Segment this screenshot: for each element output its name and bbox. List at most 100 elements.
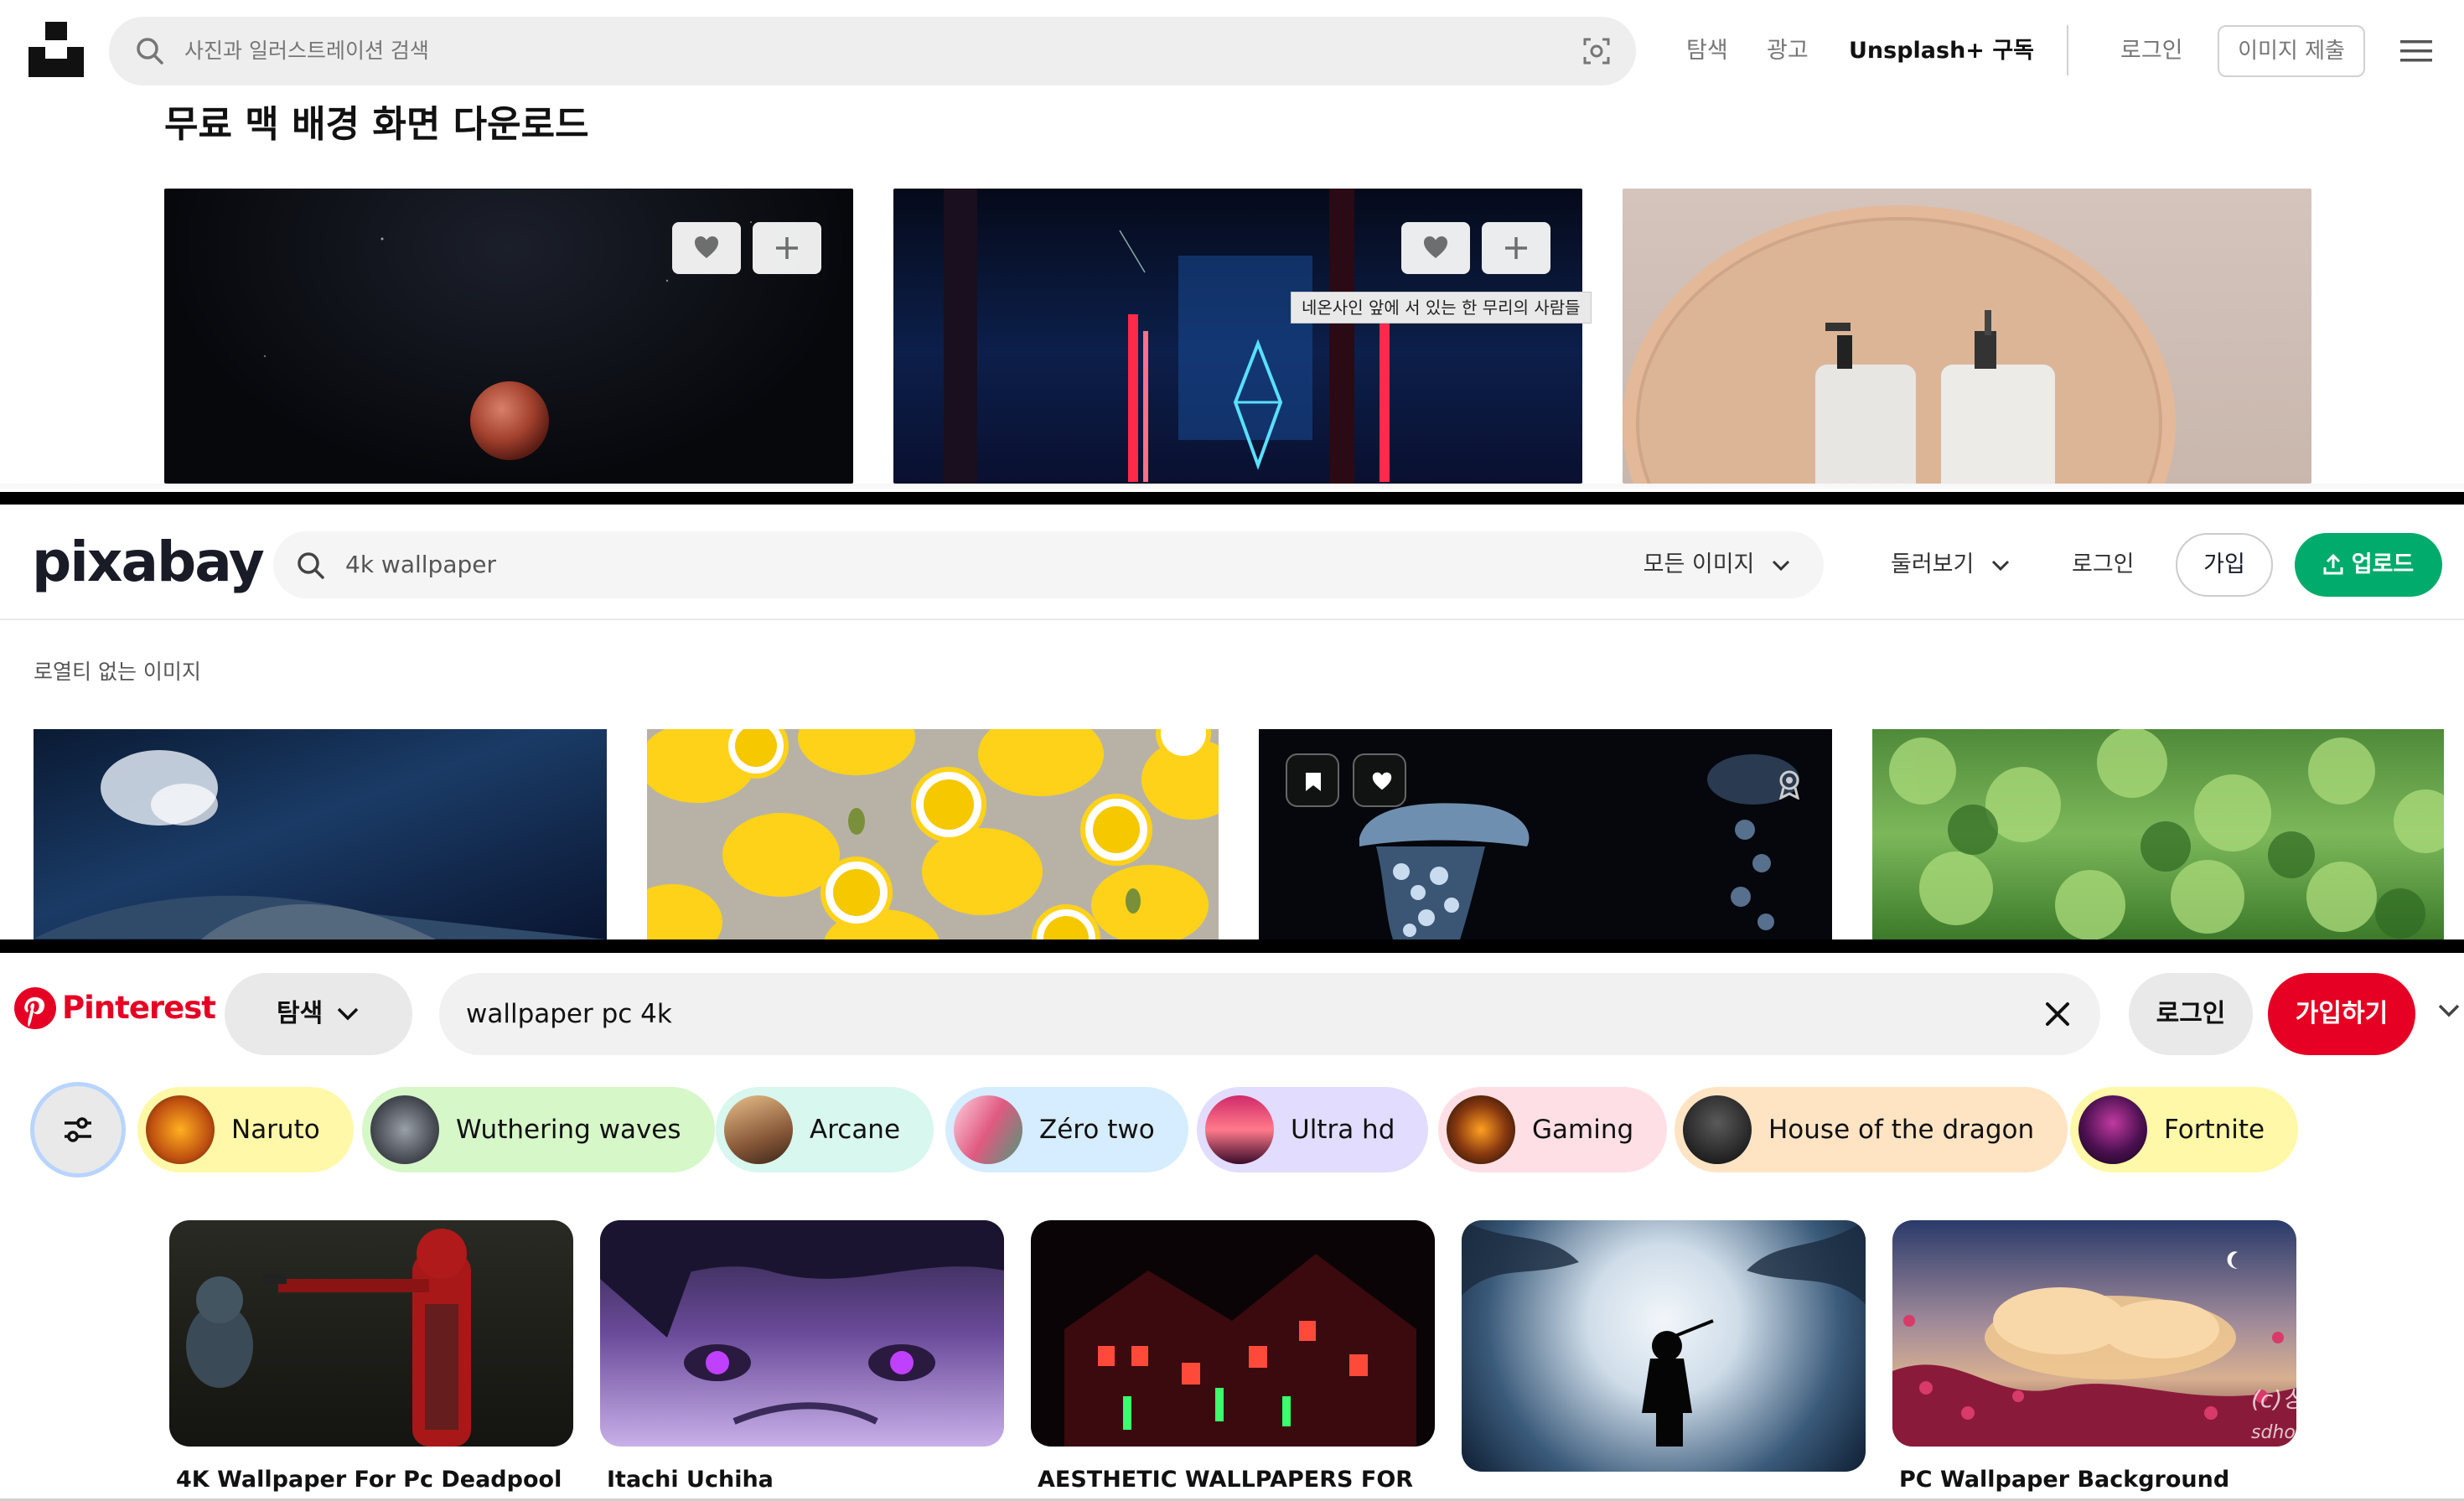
search-icon bbox=[298, 552, 324, 579]
watermark-line: sdhong97.tistory.com bbox=[2251, 1422, 2451, 1443]
filter-button[interactable] bbox=[30, 1082, 126, 1178]
pin-caption[interactable]: PC Wallpaper Background bbox=[1899, 1467, 2229, 1493]
pin-card-pc-wallpaper[interactable] bbox=[1892, 1220, 2296, 1447]
chip-thumbnail bbox=[146, 1095, 215, 1164]
search-input[interactable]: 4k wallpaper bbox=[345, 531, 496, 598]
browse-dropdown[interactable]: 둘러보기 bbox=[1891, 531, 2010, 598]
search-input[interactable]: 사진과 일러스트레이션 검색 bbox=[184, 17, 429, 85]
plus-icon bbox=[1505, 237, 1527, 259]
explore-dropdown[interactable]: 탐색 bbox=[225, 973, 412, 1055]
pinterest-logo-text[interactable]: Pinterest bbox=[62, 990, 216, 1026]
chip-house-of-the-dragon[interactable]: House of the dragon bbox=[1675, 1087, 2068, 1172]
photo-card-neon[interactable] bbox=[893, 189, 1582, 484]
photo-card-moon[interactable] bbox=[164, 189, 853, 484]
login-button[interactable]: 로그인 bbox=[2129, 973, 2253, 1055]
heart-icon bbox=[695, 236, 718, 258]
search-bar[interactable]: 사진과 일러스트레이션 검색 bbox=[109, 17, 1636, 85]
pc-wallpaper-image bbox=[1892, 1251, 2296, 1447]
login-link[interactable]: 로그인 bbox=[2120, 17, 2183, 85]
nav-unsplash-plus[interactable]: Unsplash+ 구독 bbox=[1849, 17, 2034, 85]
add-to-collection-button[interactable] bbox=[1482, 222, 1550, 274]
nav-ads[interactable]: 광고 bbox=[1767, 17, 1809, 85]
upload-label: 업로드 bbox=[2351, 551, 2415, 577]
lemons-image bbox=[647, 729, 1219, 939]
search-bar[interactable]: wallpaper pc 4k bbox=[439, 973, 2100, 1055]
watermark-line: (c)상천제멜정 bbox=[2251, 1385, 2391, 1413]
chip-label: Zéro two bbox=[1039, 1115, 1155, 1145]
search-icon bbox=[137, 38, 163, 65]
sliders-icon bbox=[65, 1117, 91, 1142]
image-card-storm[interactable] bbox=[34, 729, 607, 939]
image-card-lemons[interactable] bbox=[647, 729, 1219, 939]
pinterest-logo-icon[interactable] bbox=[13, 986, 57, 1030]
submit-image-button[interactable]: 이미지 제출 bbox=[2218, 25, 2365, 77]
chip-naruto[interactable]: Naruto bbox=[137, 1087, 354, 1172]
photo-card-bottles[interactable] bbox=[1623, 189, 2311, 484]
chip-gaming[interactable]: Gaming bbox=[1438, 1087, 1668, 1172]
chip-zero-two[interactable]: Zéro two bbox=[945, 1087, 1188, 1172]
unsplash-logo-icon[interactable] bbox=[28, 22, 84, 77]
chip-fortnite[interactable]: Fortnite bbox=[2070, 1087, 2299, 1172]
search-input[interactable]: wallpaper pc 4k bbox=[466, 973, 672, 1055]
chip-thumbnail bbox=[1205, 1095, 1274, 1164]
pin-card-aesthetic[interactable] bbox=[1031, 1220, 1435, 1447]
header-divider bbox=[0, 619, 2464, 620]
panel-separator bbox=[0, 484, 2464, 505]
forest-image bbox=[1889, 729, 2444, 939]
hamburger-menu-icon[interactable] bbox=[2400, 39, 2432, 64]
pixabay-logo[interactable]: pixabay bbox=[32, 530, 265, 594]
browse-label: 둘러보기 bbox=[1891, 551, 1975, 577]
page-title: 무료 맥 배경 화면 다운로드 bbox=[164, 103, 589, 146]
bookmark-button[interactable] bbox=[1286, 753, 1339, 807]
unsplash-panel: 사진과 일러스트레이션 검색 탐색 광고 Unsplash+ 구독 로그인 이미… bbox=[0, 0, 2464, 484]
chip-thumbnail bbox=[370, 1095, 439, 1164]
itachi-image bbox=[600, 1220, 1004, 1425]
add-to-collection-button[interactable] bbox=[753, 222, 821, 274]
chip-label: Naruto bbox=[231, 1115, 320, 1145]
chevron-down-icon bbox=[1772, 560, 1790, 572]
chip-label: Gaming bbox=[1532, 1115, 1634, 1145]
image-tooltip: 네온사인 앞에 서 있는 한 무리의 사람들 bbox=[1291, 292, 1592, 323]
pixabay-panel: pixabay 4k wallpaper 모든 이미지 둘러보기 로그인 가입 … bbox=[0, 505, 2464, 939]
chevron-down-icon bbox=[337, 1007, 359, 1021]
panel-separator bbox=[0, 939, 2464, 953]
chip-arcane[interactable]: Arcane bbox=[716, 1087, 934, 1172]
pin-card-deadpool[interactable] bbox=[169, 1220, 573, 1447]
media-type-dropdown[interactable]: 모든 이미지 bbox=[1644, 531, 1790, 598]
login-link[interactable]: 로그인 bbox=[2072, 531, 2135, 598]
like-button[interactable] bbox=[1353, 753, 1406, 807]
search-bar[interactable]: 4k wallpaper 모든 이미지 bbox=[273, 531, 1824, 598]
pin-caption[interactable]: 4K Wallpaper For Pc Deadpool bbox=[176, 1467, 562, 1493]
pin-caption[interactable]: Itachi Uchiha bbox=[607, 1467, 774, 1493]
image-card-jellyfish[interactable] bbox=[1259, 729, 1832, 939]
nav-divider bbox=[2067, 25, 2068, 75]
award-icon bbox=[1778, 770, 1800, 800]
jellyfish-image bbox=[1359, 754, 1799, 939]
nav-explore[interactable]: 탐색 bbox=[1686, 17, 1728, 85]
pin-card-moon-silhouette[interactable] bbox=[1462, 1220, 1866, 1472]
chip-ultra-hd[interactable]: Ultra hd bbox=[1197, 1087, 1429, 1172]
aesthetic-image bbox=[1064, 1254, 1416, 1447]
chip-thumbnail bbox=[1447, 1095, 1515, 1164]
pin-caption[interactable]: AESTHETIC WALLPAPERS FOR bbox=[1038, 1467, 1413, 1493]
moon-silhouette-image bbox=[1462, 1220, 1866, 1447]
image-card-forest[interactable] bbox=[1872, 729, 2444, 939]
moon-image bbox=[263, 221, 752, 460]
pin-card-itachi[interactable] bbox=[600, 1220, 1004, 1447]
clear-search-icon[interactable] bbox=[2045, 1002, 2070, 1027]
join-button[interactable]: 가입 bbox=[2176, 533, 2273, 597]
chip-label: Wuthering waves bbox=[456, 1115, 681, 1145]
chevron-down-icon[interactable] bbox=[2437, 1003, 2461, 1018]
like-button[interactable] bbox=[672, 222, 741, 274]
section-subtitle: 로열티 없는 이미지 bbox=[34, 660, 201, 684]
chip-wuthering-waves[interactable]: Wuthering waves bbox=[362, 1087, 715, 1172]
bottles-image bbox=[1623, 205, 2176, 484]
chip-thumbnail bbox=[1683, 1095, 1752, 1164]
like-button[interactable] bbox=[1401, 222, 1470, 274]
visual-search-icon[interactable] bbox=[1582, 37, 1611, 65]
upload-button[interactable]: 업로드 bbox=[2295, 533, 2442, 597]
storm-image bbox=[34, 750, 607, 939]
signup-button[interactable]: 가입하기 bbox=[2268, 973, 2415, 1055]
chip-thumbnail bbox=[724, 1095, 793, 1164]
chip-label: Arcane bbox=[810, 1115, 901, 1145]
